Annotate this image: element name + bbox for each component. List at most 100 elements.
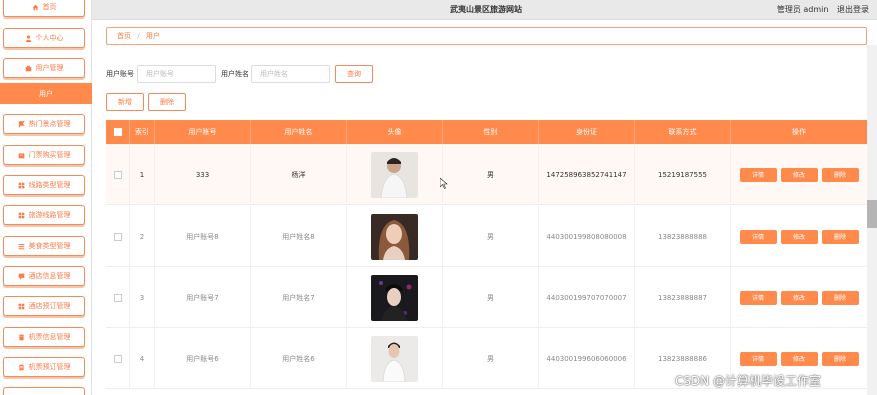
cell-name: 用户姓名8 bbox=[251, 206, 347, 267]
sidebar-item-users[interactable]: 用户 bbox=[0, 83, 92, 104]
sidebar-item-label: 用户 bbox=[39, 89, 53, 98]
logout-link[interactable]: 退出登录 bbox=[837, 5, 869, 14]
sidebar-item-route-types[interactable]: 线路类型管理 bbox=[3, 175, 85, 195]
row-select-cell[interactable] bbox=[106, 328, 130, 389]
user-role: 管理员 admin bbox=[776, 5, 829, 14]
cell-index: 3 bbox=[130, 267, 155, 328]
name-label: 用户姓名 bbox=[221, 70, 249, 78]
header-phone: 联系方式 bbox=[635, 120, 731, 144]
avatar bbox=[371, 213, 418, 260]
flag-icon bbox=[18, 120, 25, 127]
header-name: 用户姓名 bbox=[251, 120, 347, 144]
cell-index: 1 bbox=[130, 144, 155, 205]
sidebar-item-attractions[interactable]: 热门景点管理 bbox=[3, 114, 85, 134]
table-row: 2 用户账号8 用户姓名8 男 440300199808080008 13823… bbox=[106, 206, 867, 267]
grid-icon bbox=[18, 182, 24, 188]
sidebar-item-hotels[interactable]: 酒店信息管理 bbox=[3, 266, 85, 286]
cell-account: 用户账号8 bbox=[155, 206, 251, 267]
building-icon bbox=[18, 334, 24, 340]
select-all-header[interactable] bbox=[106, 120, 130, 144]
mouse-cursor-icon bbox=[440, 178, 448, 189]
chat-icon bbox=[18, 273, 24, 280]
row-checkbox[interactable] bbox=[113, 354, 122, 363]
sidebar-item-more[interactable] bbox=[3, 387, 85, 395]
cell-gender: 男 bbox=[443, 144, 539, 205]
cell-account: 用户账号6 bbox=[155, 328, 251, 389]
sidebar-item-label: 个人中心 bbox=[35, 34, 64, 42]
list-icon bbox=[18, 243, 24, 249]
sidebar-item-user-management[interactable]: 用户管理 bbox=[3, 58, 85, 78]
select-all-checkbox[interactable] bbox=[113, 128, 122, 136]
sidebar-item-label: 线路类型管理 bbox=[28, 181, 71, 189]
cell-avatar bbox=[347, 206, 443, 267]
sidebar-item-routes[interactable]: 旅游线路管理 bbox=[3, 205, 85, 225]
table-header: 索引 用户账号 用户姓名 头像 性别 身份证 联系方式 操作 bbox=[106, 120, 867, 144]
users-icon bbox=[25, 65, 31, 71]
detail-button[interactable]: 详情 bbox=[739, 290, 777, 305]
cell-index: 4 bbox=[130, 328, 155, 389]
cell-name: 用户姓名7 bbox=[251, 267, 347, 328]
app-root: 武夷山景区旅游网站 管理员 admin 退出登录 首页 个人中心 用户管理 用户… bbox=[0, 0, 877, 395]
sidebar-item-label: 美食类型管理 bbox=[28, 242, 71, 250]
sidebar-item-label: 门票购买管理 bbox=[28, 151, 71, 159]
avatar bbox=[371, 335, 418, 382]
cell-name: 用户姓名6 bbox=[251, 328, 347, 389]
detail-button[interactable]: 详情 bbox=[739, 229, 777, 244]
detail-button[interactable]: 详情 bbox=[739, 351, 777, 366]
sidebar-item-tickets[interactable]: 门票购买管理 bbox=[3, 145, 85, 165]
sidebar-item-label: 用户管理 bbox=[35, 64, 64, 72]
row-checkbox[interactable] bbox=[113, 293, 122, 302]
delete-button[interactable]: 删除 bbox=[821, 167, 859, 182]
cell-index: 2 bbox=[130, 206, 155, 267]
bulk-delete-button[interactable]: 删除 bbox=[148, 93, 186, 111]
sidebar-item-home[interactable]: 首页 bbox=[3, 0, 85, 17]
cell-id-card: 147258963852741147 bbox=[539, 144, 635, 205]
sidebar-item-label: 旅游线路管理 bbox=[28, 211, 71, 219]
sidebar-item-flights[interactable]: 机票信息管理 bbox=[3, 327, 85, 347]
watermark: CSDN @计算机毕设工作室 bbox=[675, 374, 822, 388]
account-label: 用户账号 bbox=[106, 70, 134, 78]
header-account: 用户账号 bbox=[155, 120, 251, 144]
row-checkbox[interactable] bbox=[113, 232, 122, 241]
row-checkbox[interactable] bbox=[113, 170, 122, 179]
table-row: 1 333 杨洋 男 147258963852741147 1521918755… bbox=[106, 144, 867, 205]
row-select-cell[interactable] bbox=[106, 206, 130, 267]
cell-id-card: 440300199606060006 bbox=[539, 328, 635, 389]
edit-button[interactable]: 修改 bbox=[780, 290, 818, 305]
edit-button[interactable]: 修改 bbox=[780, 351, 818, 366]
breadcrumb: 首页 / 用户 bbox=[106, 27, 867, 45]
scrollbar-thumb[interactable] bbox=[867, 200, 877, 228]
detail-button[interactable]: 详情 bbox=[739, 167, 777, 182]
table-row: 3 用户账号7 用户姓名7 男 440300199707070007 13823… bbox=[106, 267, 867, 328]
sidebar-item-food-types[interactable]: 美食类型管理 bbox=[3, 236, 85, 256]
delete-button[interactable]: 删除 bbox=[821, 229, 859, 244]
cell-phone: 13823888887 bbox=[635, 267, 731, 328]
cell-phone: 13823888888 bbox=[635, 206, 731, 267]
breadcrumb-separator: / bbox=[137, 32, 140, 40]
header-avatar: 头像 bbox=[347, 120, 443, 144]
sidebar-item-profile[interactable]: 个人中心 bbox=[3, 28, 85, 48]
edit-button[interactable]: 修改 bbox=[780, 167, 818, 182]
cell-id-card: 440300199808080008 bbox=[539, 206, 635, 267]
account-search-input[interactable]: 用户账号 bbox=[137, 65, 216, 83]
top-bar: 武夷山景区旅游网站 管理员 admin 退出登录 bbox=[0, 0, 877, 20]
avatar bbox=[371, 151, 418, 198]
site-title: 武夷山景区旅游网站 bbox=[450, 5, 522, 14]
user-area: 管理员 admin 退出登录 bbox=[771, 4, 869, 15]
cell-phone: 15219187555 bbox=[635, 144, 731, 205]
sidebar-item-hotel-bookings[interactable]: 酒店预订管理 bbox=[3, 296, 85, 316]
edit-button[interactable]: 修改 bbox=[780, 229, 818, 244]
cell-avatar bbox=[347, 267, 443, 328]
sidebar-item-flight-bookings[interactable]: 机票预订管理 bbox=[3, 357, 85, 377]
header-gender: 性别 bbox=[443, 120, 539, 144]
query-button[interactable]: 查询 bbox=[335, 65, 373, 83]
add-button[interactable]: 新增 bbox=[106, 93, 144, 111]
delete-button[interactable]: 删除 bbox=[821, 351, 859, 366]
delete-button[interactable]: 删除 bbox=[821, 290, 859, 305]
sidebar-item-label: 热门景点管理 bbox=[28, 120, 71, 128]
cell-gender: 男 bbox=[443, 267, 539, 328]
row-select-cell[interactable] bbox=[106, 144, 130, 205]
row-select-cell[interactable] bbox=[106, 267, 130, 328]
name-search-input[interactable]: 用户姓名 bbox=[251, 65, 330, 83]
breadcrumb-home[interactable]: 首页 bbox=[117, 32, 131, 40]
